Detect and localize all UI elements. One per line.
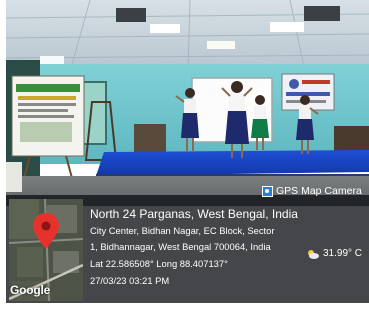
camera-icon — [262, 185, 273, 197]
ceiling-light — [270, 22, 304, 32]
address-line-2: 1, Bidhannagar, West Bengal 700064, Indi… — [90, 241, 271, 252]
datetime: 27/03/23 03:21 PM — [90, 275, 170, 286]
address-line-1: City Center, Bidhan Nagar, EC Block, Sec… — [90, 225, 275, 236]
location-title: North 24 Parganas, West Bengal, India — [90, 207, 298, 221]
temperature: 31.99° C — [323, 248, 363, 259]
app-name: GPS Map Camera — [276, 185, 362, 197]
weather-readout: 31.99° C — [306, 248, 362, 259]
ac-vent — [304, 6, 340, 21]
partly-cloudy-icon — [308, 249, 319, 259]
ceiling-light — [150, 24, 180, 33]
ac-vent — [116, 8, 146, 22]
app-badge: GPS Map Camera — [262, 184, 362, 198]
coordinates: Lat 22.586508° Long 88.407137° — [90, 258, 228, 269]
ceiling-light — [207, 41, 235, 49]
map-brand-label: Google — [10, 283, 51, 297]
